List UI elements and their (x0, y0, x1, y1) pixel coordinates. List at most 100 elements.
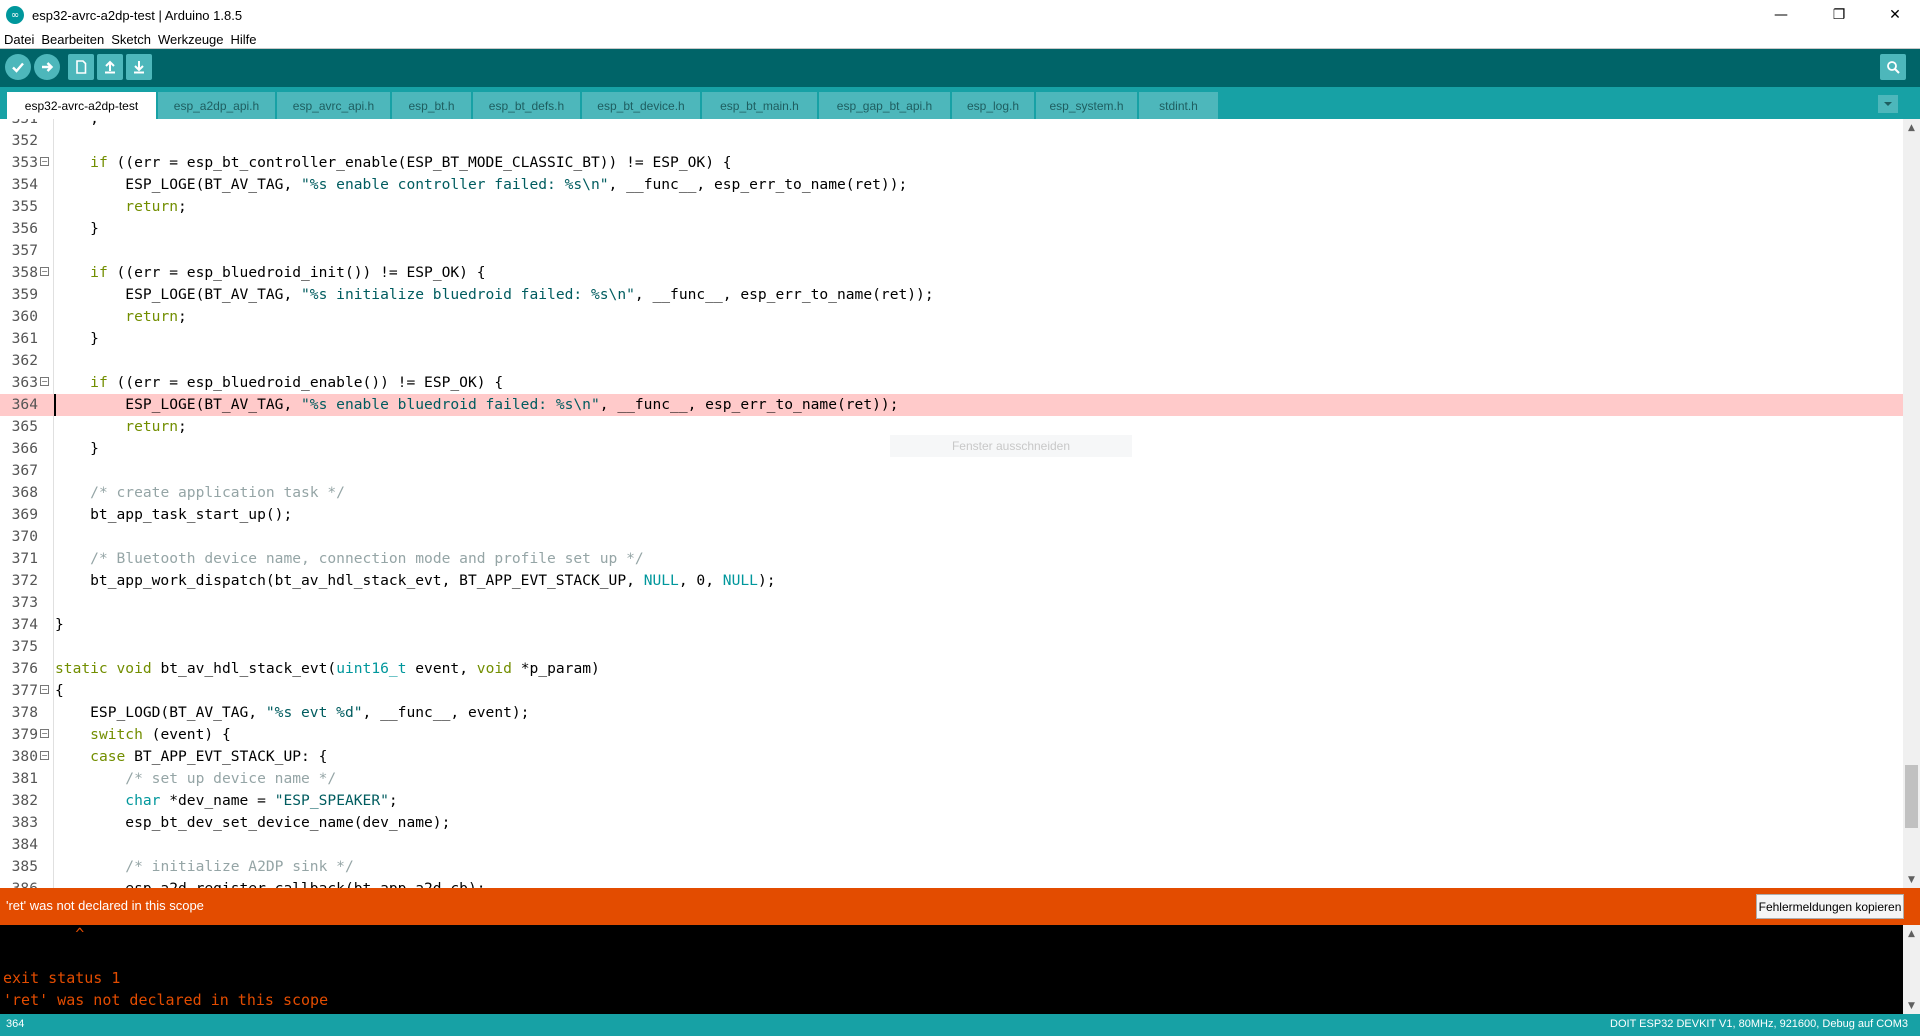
code-line[interactable]: 370 (0, 526, 1903, 548)
tab-stdint[interactable]: stdint.h (1139, 92, 1219, 119)
code-line[interactable]: 378 ESP_LOGD(BT_AV_TAG, "%s evt %d", __f… (0, 702, 1903, 724)
code-line[interactable]: 363− if ((err = esp_bluedroid_enable()) … (0, 372, 1903, 394)
code-token: ESP_LOGE(BT_AV_TAG, (55, 396, 302, 413)
code-line[interactable]: 359 ESP_LOGE(BT_AV_TAG, "%s initialize b… (0, 284, 1903, 306)
copy-errors-button[interactable]: Fehlermeldungen kopieren (1756, 894, 1904, 919)
line-number: 366 (11, 440, 38, 457)
line-number: 379 (11, 726, 38, 743)
minimize-icon[interactable]: — (1758, 0, 1804, 30)
code-text: if ((err = esp_bt_controller_enable(ESP_… (55, 152, 732, 174)
code-text: bt_app_task_start_up(); (55, 504, 292, 526)
line-number: 375 (11, 638, 38, 655)
menu-bearbeiten[interactable]: Bearbeiten (41, 32, 104, 47)
restore-icon[interactable]: ❐ (1816, 0, 1862, 30)
console-scrollbar[interactable]: ▲ ▼ (1903, 925, 1920, 1014)
code-text: /* Bluetooth device name, connection mod… (55, 548, 644, 570)
line-number: 386 (0, 878, 38, 888)
code-line[interactable]: 374} (0, 614, 1903, 636)
fold-toggle-icon[interactable]: − (40, 377, 49, 386)
scroll-down-icon[interactable]: ▼ (1903, 997, 1920, 1014)
tab-esp-bt-device[interactable]: esp_bt_device.h (582, 92, 701, 119)
code-line[interactable]: 364 ESP_LOGE(BT_AV_TAG, "%s enable blued… (0, 394, 1903, 416)
tab-esp-bt[interactable]: esp_bt.h (392, 92, 472, 119)
code-line[interactable]: 385 /* initialize A2DP sink */ (0, 856, 1903, 878)
fold-toggle-icon[interactable]: − (40, 729, 49, 738)
line-number: 378 (11, 704, 38, 721)
code-line[interactable]: 360 return; (0, 306, 1903, 328)
tab-esp-log[interactable]: esp_log.h (952, 92, 1035, 119)
code-token: ((err = esp_bluedroid_enable()) != ESP_O… (107, 374, 504, 391)
scroll-up-icon[interactable]: ▲ (1903, 925, 1920, 942)
code-line[interactable]: 357 (0, 240, 1903, 262)
code-line[interactable]: 367 (0, 460, 1903, 482)
code-line[interactable]: 376 static void bt_av_hdl_stack_evt(uint1… (0, 658, 1903, 680)
code-line[interactable]: 382 char *dev_name = "ESP_SPEAKER"; (0, 790, 1903, 812)
code-line[interactable]: 361 } (0, 328, 1903, 350)
console-line: 'ret' was not declared in this scope (3, 991, 329, 1009)
verify-button[interactable] (5, 54, 31, 80)
code-line[interactable]: 362 (0, 350, 1903, 372)
tab-esp-system[interactable]: esp_system.h (1036, 92, 1138, 119)
fold-toggle-icon[interactable]: − (40, 157, 49, 166)
code-line[interactable]: 386 esp_a2d_register_callback(bt_app_a2d… (0, 878, 1903, 888)
code-line[interactable]: 384 (0, 834, 1903, 856)
code-line[interactable]: 372 bt_app_work_dispatch(bt_av_hdl_stack… (0, 570, 1903, 592)
console-output[interactable]: ^ exit status 1 'ret' was not declared i… (0, 925, 1903, 1014)
code-line[interactable]: 377−{ (0, 680, 1903, 702)
tab-esp-gap-bt-api[interactable]: esp_gap_bt_api.h (819, 92, 951, 119)
code-line[interactable]: 380− case BT_APP_EVT_STACK_UP: { (0, 746, 1903, 768)
fold-toggle-icon[interactable]: − (40, 267, 49, 276)
code-line[interactable]: 354 ESP_LOGE(BT_AV_TAG, "%s enable contr… (0, 174, 1903, 196)
menu-sketch[interactable]: Sketch (111, 32, 151, 47)
code-token: void (116, 660, 152, 677)
code-line[interactable]: 379− switch (event) { (0, 724, 1903, 746)
editor-scroll-thumb[interactable] (1905, 765, 1918, 828)
code-token: ((err = esp_bt_controller_enable(ESP_BT_… (107, 154, 732, 171)
code-token: /* set up device name */ (125, 770, 337, 787)
tab-esp-avrc-api[interactable]: esp_avrc_api.h (277, 92, 391, 119)
scroll-up-icon[interactable]: ▲ (1903, 119, 1920, 136)
code-line[interactable]: 375 (0, 636, 1903, 658)
code-line[interactable]: 365 return; (0, 416, 1903, 438)
tab-esp-bt-main[interactable]: esp_bt_main.h (702, 92, 818, 119)
code-line[interactable]: 355 return; (0, 196, 1903, 218)
arduino-logo-icon: ∞ (6, 6, 24, 24)
code-line[interactable]: 373 (0, 592, 1903, 614)
magnifier-icon (1887, 61, 1900, 74)
menu-hilfe[interactable]: Hilfe (231, 32, 257, 47)
code-line[interactable]: 351 ; (0, 119, 1903, 130)
code-token: /* Bluetooth device name, connection mod… (90, 550, 644, 567)
upload-button[interactable] (34, 54, 60, 80)
line-number: 351 (0, 119, 38, 130)
check-icon (12, 62, 24, 73)
code-line[interactable]: 381 /* set up device name */ (0, 768, 1903, 790)
code-line[interactable]: 353− if ((err = esp_bt_controller_enable… (0, 152, 1903, 174)
code-line[interactable]: 369 bt_app_task_start_up(); (0, 504, 1903, 526)
new-sketch-button[interactable] (68, 54, 94, 80)
menu-werkzeuge[interactable]: Werkzeuge (158, 32, 224, 47)
code-line[interactable]: 352 (0, 130, 1903, 152)
code-line[interactable]: 383 esp_bt_dev_set_device_name(dev_name)… (0, 812, 1903, 834)
tab-menu-button[interactable] (1878, 95, 1898, 113)
close-icon[interactable]: ✕ (1872, 0, 1918, 30)
code-line[interactable]: 368 /* create application task */ (0, 482, 1903, 504)
menu-datei[interactable]: Datei (4, 32, 34, 47)
code-editor[interactable]: Fenster ausschneiden 351 ;352353− if ((e… (0, 119, 1903, 888)
save-sketch-button[interactable] (126, 54, 152, 80)
line-number: 382 (11, 792, 38, 809)
tab-esp32-avrc-a2dp-test[interactable]: esp32-avrc-a2dp-test (7, 92, 157, 119)
serial-monitor-button[interactable] (1880, 54, 1906, 80)
fold-toggle-icon[interactable]: − (40, 751, 49, 760)
open-sketch-button[interactable] (97, 54, 123, 80)
fold-toggle-icon[interactable]: − (40, 685, 49, 694)
tab-esp-a2dp-api[interactable]: esp_a2dp_api.h (158, 92, 276, 119)
tab-esp-bt-defs[interactable]: esp_bt_defs.h (473, 92, 581, 119)
code-line[interactable]: 371 /* Bluetooth device name, connection… (0, 548, 1903, 570)
text-caret (54, 394, 56, 416)
code-line[interactable]: 358− if ((err = esp_bluedroid_init()) !=… (0, 262, 1903, 284)
code-token: } (55, 616, 64, 633)
code-line[interactable]: 366 } (0, 438, 1903, 460)
code-line[interactable]: 356 } (0, 218, 1903, 240)
editor-scrollbar[interactable]: ▲ ▼ (1903, 119, 1920, 888)
scroll-down-icon[interactable]: ▼ (1903, 871, 1920, 888)
